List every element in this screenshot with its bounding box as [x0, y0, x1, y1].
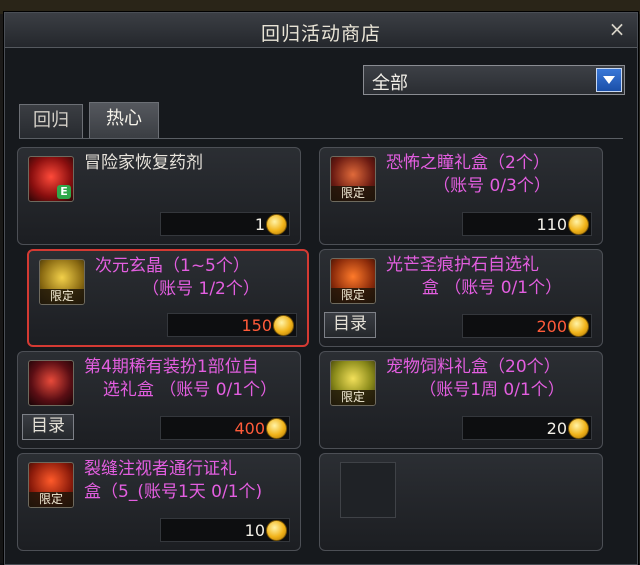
- item-price: 400: [160, 416, 290, 440]
- tab-huigui[interactable]: 回归: [19, 104, 83, 139]
- dimension-crystal-icon: 限定: [39, 259, 85, 305]
- empty-item-slot: [319, 453, 603, 551]
- shop-item-card[interactable]: E 冒险家恢复药剂 1: [17, 147, 301, 245]
- tab-divider: [19, 138, 623, 139]
- dropdown-arrow-icon[interactable]: [596, 68, 622, 92]
- recovery-potion-icon: E: [28, 156, 74, 202]
- rift-pass-box-icon: 限定: [28, 462, 74, 508]
- shop-window: 回归活动商店 × 全部 回归 热心 E 冒险家恢复药剂 1 限定 恐怖之瞳礼盒（…: [4, 12, 638, 565]
- item-name: 冒险家恢复药剂: [84, 153, 203, 173]
- limited-badge: 限定: [331, 186, 375, 201]
- limited-badge: 限定: [331, 288, 375, 303]
- coin-icon: [568, 418, 589, 439]
- close-icon[interactable]: ×: [607, 17, 627, 41]
- radiant-stone-box-icon: 限定: [330, 258, 376, 304]
- item-price: 110: [462, 212, 592, 236]
- e-badge-icon: E: [57, 185, 71, 199]
- shop-item-card[interactable]: 限定 恐怖之瞳礼盒（2个） （账号 0/3个） 110: [319, 147, 603, 245]
- limited-badge: 限定: [40, 289, 84, 304]
- item-name: 次元玄晶（1~5个） （账号 1/2个）: [95, 256, 260, 299]
- item-price: 20: [462, 416, 592, 440]
- shop-item-card[interactable]: 限定 裂缝注视者通行证礼 盒（5_(账号1天 0/1个) 10: [17, 453, 301, 551]
- pet-food-box-icon: 限定: [330, 360, 376, 406]
- category-filter-dropdown[interactable]: 全部: [363, 65, 625, 95]
- limited-badge: 限定: [29, 492, 73, 507]
- item-name: 光芒圣痕护石自选礼盒 （账号 0/1个）: [386, 255, 563, 298]
- item-price: 150: [167, 313, 297, 337]
- window-title: 回归活动商店: [260, 23, 381, 45]
- coin-icon: [273, 315, 294, 336]
- item-price: 1: [160, 212, 290, 236]
- shop-item-card-highlighted[interactable]: 限定 次元玄晶（1~5个） （账号 1/2个） 150: [27, 249, 309, 347]
- item-name: 恐怖之瞳礼盒（2个） （账号 0/3个）: [386, 153, 551, 196]
- item-name: 第4期稀有装扮1部位自 选礼盒 （账号 0/1个）: [84, 357, 278, 400]
- shop-item-card[interactable]: 限定 目录 光芒圣痕护石自选礼盒 （账号 0/1个） 200: [319, 249, 603, 347]
- limited-badge: 限定: [331, 390, 375, 405]
- item-name: 裂缝注视者通行证礼 盒（5_(账号1天 0/1个): [84, 459, 263, 502]
- catalog-button[interactable]: 目录: [324, 312, 376, 338]
- empty-icon-slot: [340, 462, 396, 518]
- shop-item-card[interactable]: 限定 宠物饲料礼盒（20个） （账号1周 0/1个） 20: [319, 351, 603, 449]
- item-price: 10: [160, 518, 290, 542]
- title-bar: 回归活动商店 ×: [5, 13, 637, 48]
- coin-icon: [568, 316, 589, 337]
- item-price: 200: [462, 314, 592, 338]
- filter-selected-value: 全部: [372, 73, 408, 94]
- tab-rexin[interactable]: 热心: [89, 102, 159, 139]
- coin-icon: [266, 520, 287, 541]
- avatar-box-icon: [28, 360, 74, 406]
- item-name: 宠物饲料礼盒（20个） （账号1周 0/1个）: [386, 357, 565, 400]
- terror-eye-box-icon: 限定: [330, 156, 376, 202]
- coin-icon: [266, 418, 287, 439]
- catalog-button[interactable]: 目录: [22, 414, 74, 440]
- shop-item-card[interactable]: 目录 第4期稀有装扮1部位自 选礼盒 （账号 0/1个） 400: [17, 351, 301, 449]
- coin-icon: [568, 214, 589, 235]
- coin-icon: [266, 214, 287, 235]
